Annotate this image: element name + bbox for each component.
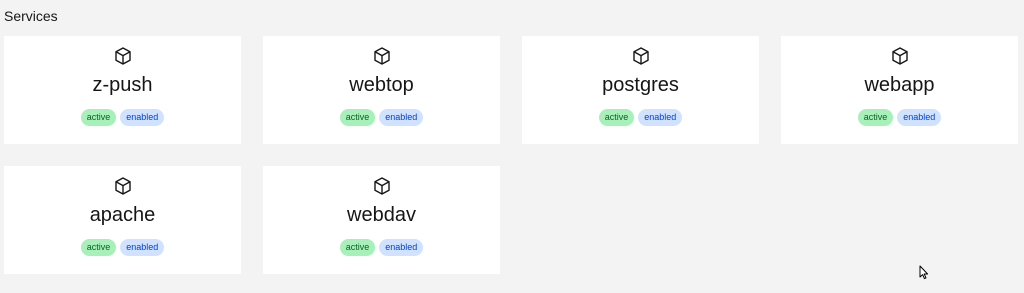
service-card-z-push[interactable]: z-push active enabled: [4, 36, 241, 144]
status-badge-enabled: enabled: [379, 109, 424, 126]
cube-icon: [631, 46, 651, 66]
service-tags: active enabled: [263, 109, 500, 126]
status-badge-enabled: enabled: [638, 109, 683, 126]
status-badge-active: active: [857, 109, 894, 126]
cube-icon: [113, 176, 133, 196]
service-tags: active enabled: [263, 239, 500, 256]
status-badge-active: active: [339, 239, 376, 256]
services-grid: z-push active enabled webtop active enab…: [4, 36, 1020, 274]
mouse-pointer-icon: [919, 265, 929, 280]
service-name: webdav: [347, 204, 416, 226]
cube-icon: [890, 46, 910, 66]
service-name: postgres: [602, 74, 679, 96]
service-card-apache[interactable]: apache active enabled: [4, 166, 241, 274]
status-badge-enabled: enabled: [897, 109, 942, 126]
section-title: Services: [4, 8, 58, 24]
service-tags: active enabled: [4, 109, 241, 126]
service-card-postgres[interactable]: postgres active enabled: [522, 36, 759, 144]
status-badge-enabled: enabled: [379, 239, 424, 256]
service-tags: active enabled: [4, 239, 241, 256]
status-badge-enabled: enabled: [120, 109, 165, 126]
status-badge-active: active: [80, 109, 117, 126]
cube-icon: [372, 176, 392, 196]
service-card-webapp[interactable]: webapp active enabled: [781, 36, 1018, 144]
service-name: webtop: [349, 74, 414, 96]
cube-icon: [372, 46, 392, 66]
status-badge-active: active: [339, 109, 376, 126]
status-badge-active: active: [598, 109, 635, 126]
status-badge-enabled: enabled: [120, 239, 165, 256]
service-name: apache: [89, 204, 156, 226]
service-card-webdav[interactable]: webdav active enabled: [263, 166, 500, 274]
service-card-webtop[interactable]: webtop active enabled: [263, 36, 500, 144]
status-badge-active: active: [80, 239, 117, 256]
service-tags: active enabled: [522, 109, 759, 126]
cube-icon: [113, 46, 133, 66]
service-name: webapp: [864, 74, 935, 96]
services-page: Services z-push active enabled webtop ac…: [0, 0, 1024, 293]
service-tags: active enabled: [781, 109, 1018, 126]
service-name: z-push: [92, 74, 153, 96]
